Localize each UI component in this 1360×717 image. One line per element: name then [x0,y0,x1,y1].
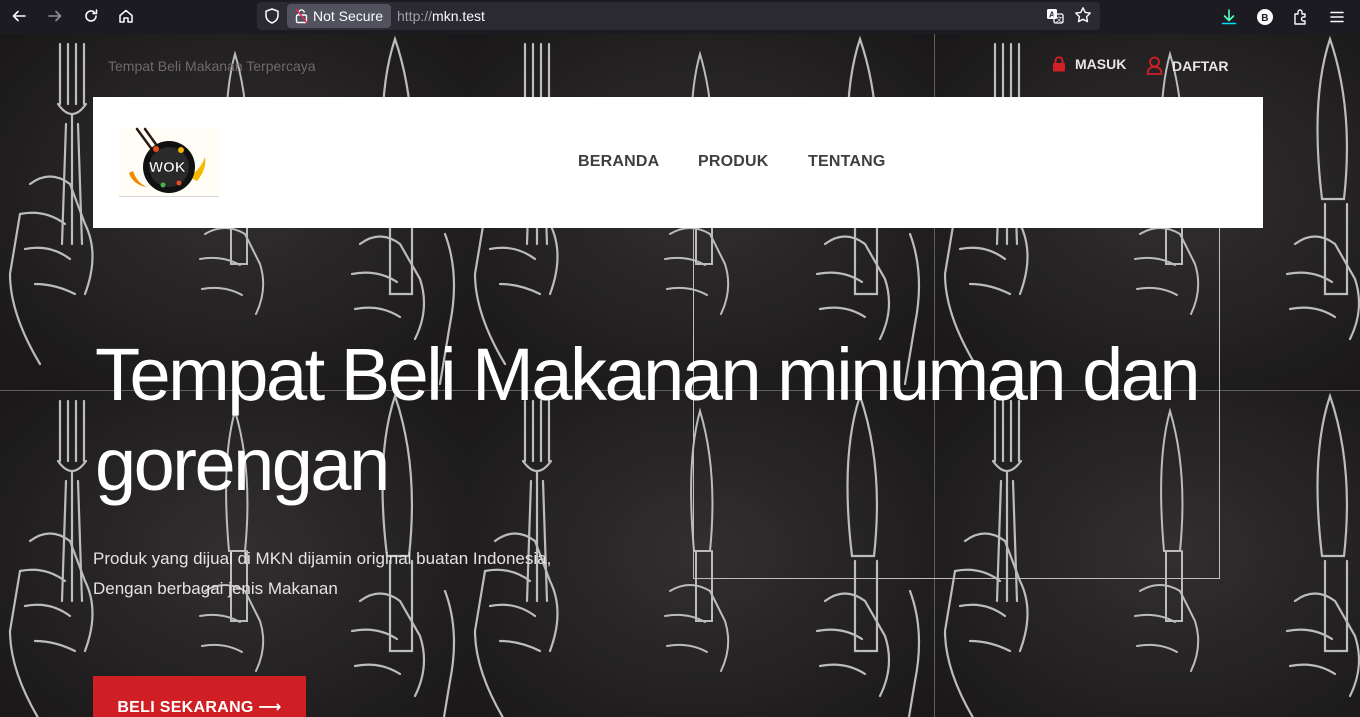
url-host: mkn.test [432,8,485,24]
bookmark-button[interactable] [1074,6,1092,29]
forward-icon [48,10,62,22]
translate-button[interactable]: A文 [1045,6,1065,31]
hero-title-line: gorengan [95,423,390,506]
download-icon [1221,9,1237,25]
url-scheme: http:// [397,8,433,24]
menu-icon [1330,11,1344,23]
home-button[interactable] [112,4,140,28]
svg-text:文: 文 [1056,15,1063,24]
app-menu-button[interactable] [1325,5,1349,29]
downloads-button[interactable] [1217,5,1241,29]
back-icon [12,10,26,22]
user-icon [1146,56,1163,75]
nav-link-beranda[interactable]: BERANDA [578,153,659,171]
security-label: Not Secure [313,8,384,24]
register-link[interactable]: DAFTAR [1146,56,1229,75]
wok-logo-icon: WOK [129,127,206,193]
svg-text:B: B [1261,13,1268,24]
login-link[interactable]: MASUK [1052,56,1126,72]
security-indicator[interactable]: Not Secure [287,4,392,28]
buy-now-button[interactable]: BELI SEKARANG ⟶ [93,676,306,717]
url-text[interactable]: http://mkn.test [397,8,485,24]
reload-icon [85,9,98,22]
address-bar[interactable]: Not Secure http://mkn.test A文 [257,2,1100,30]
nav-link-produk[interactable]: PRODUK [698,153,769,171]
hero-subtitle-line: Dengan berbagai jenis Makanan [93,579,338,598]
translate-icon: A文 [1047,9,1064,24]
extensions-button[interactable] [1289,5,1313,29]
reload-button[interactable] [77,4,105,28]
profile-button[interactable]: B [1253,5,1277,29]
extensions-icon [1294,9,1306,25]
browser-toolbar: Not Secure http://mkn.test A文 B [0,0,1360,34]
nav-link-tentang[interactable]: TENTANG [808,153,886,171]
back-button[interactable] [5,4,33,28]
hero-subtitle: Produk yang dijual di MKN dijamin origin… [93,544,653,604]
register-label: DAFTAR [1172,57,1229,74]
profile-icon: B [1257,9,1273,25]
hero-title-line: Tempat Beli Makanan minuman dan [95,333,1201,416]
main-navbar: WOK BERANDA PRODUK TENTANG [93,97,1263,228]
bookmark-star-icon [1075,7,1091,23]
site-logo[interactable]: WOK [119,127,219,197]
home-icon [119,9,133,23]
hero-title: Tempat Beli Makanan minuman dan gorengan [95,330,1275,510]
site-tagline: Tempat Beli Makanan Terpercaya [108,58,316,74]
forward-button[interactable] [41,4,69,28]
shield-icon[interactable] [263,7,281,25]
lock-icon [1053,56,1065,72]
svg-text:WOK: WOK [149,159,186,176]
lock-icon [295,8,308,24]
page-content: Tempat Beli Makanan Terpercaya MASUK DAF… [0,34,1360,717]
hero-subtitle-line: Produk yang dijual di MKN dijamin origin… [93,549,552,568]
login-label: MASUK [1075,56,1127,72]
